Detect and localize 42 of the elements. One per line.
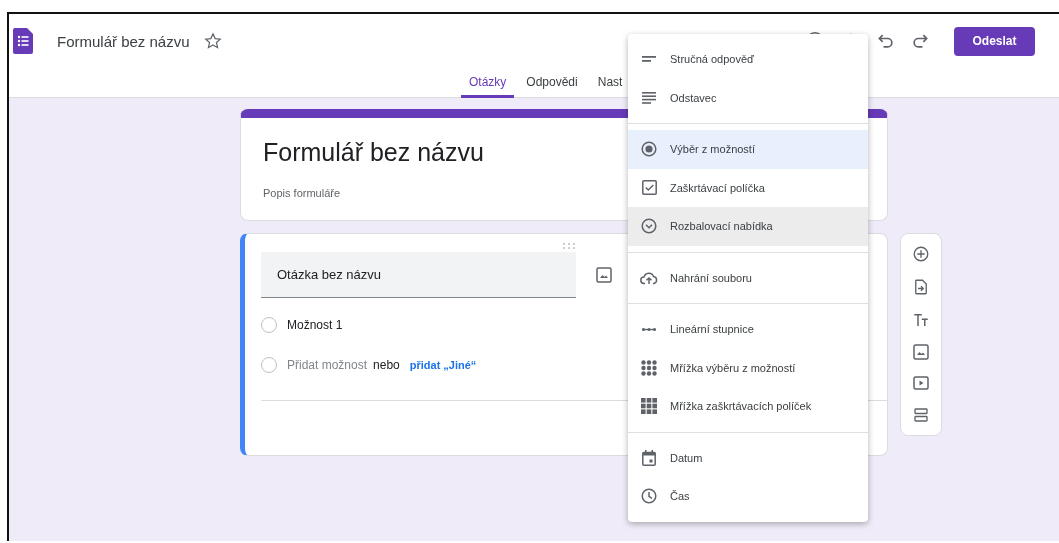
- tab[interactable]: Nast: [589, 68, 631, 98]
- dot-grid-icon: [641, 359, 657, 376]
- linear-scale-icon: [642, 326, 656, 332]
- paragraph-icon: [642, 91, 656, 104]
- add-option-link[interactable]: Přidat možnost: [287, 358, 368, 372]
- dropdown-icon: [641, 218, 657, 235]
- cloud-upload-icon: [640, 270, 658, 285]
- checkbox-icon: [641, 180, 657, 196]
- calendar-icon: [642, 449, 656, 466]
- menu-item[interactable]: Výběr z možností: [628, 130, 868, 169]
- clock-icon: [641, 488, 657, 505]
- add-other-link[interactable]: přidat „Jiné“: [409, 359, 477, 371]
- menu-item[interactable]: Odstavec: [628, 78, 868, 117]
- import-icon[interactable]: [912, 278, 930, 296]
- star-icon[interactable]: [203, 32, 222, 50]
- menu-item[interactable]: Mřížka zaškrtávacích políček: [628, 387, 868, 426]
- forms-icon[interactable]: [13, 28, 33, 54]
- section-icon[interactable]: [912, 406, 930, 424]
- option-label[interactable]: Možnost 1: [287, 318, 343, 332]
- menu-item[interactable]: Rozbalovací nabídka: [628, 207, 868, 246]
- or-label: nebo: [373, 358, 400, 372]
- radio-icon: [641, 141, 657, 158]
- menu-item[interactable]: Čas: [628, 477, 868, 516]
- send-button[interactable]: Odeslat: [954, 26, 1035, 56]
- form-title[interactable]: Formulář bez názvu: [57, 32, 190, 50]
- tab[interactable]: Odpovědi: [518, 68, 586, 98]
- tab[interactable]: Otázky: [461, 68, 515, 98]
- short-lines-icon: [642, 56, 656, 63]
- image-icon[interactable]: [913, 344, 929, 360]
- add-icon[interactable]: [912, 245, 930, 263]
- menu-item[interactable]: Zaškrtávací políčka: [628, 168, 868, 207]
- menu-item[interactable]: Stručná odpověď: [628, 40, 868, 79]
- menu-item[interactable]: Lineární stupnice: [628, 310, 868, 349]
- menu-item[interactable]: Datum: [628, 438, 868, 477]
- square-grid-icon: [641, 398, 657, 415]
- question-field[interactable]: Otázka bez názvu: [261, 252, 576, 298]
- video-icon[interactable]: [913, 375, 929, 391]
- image-icon[interactable]: [596, 267, 612, 283]
- title-text-icon[interactable]: [912, 311, 930, 329]
- menu-item[interactable]: Mřížka výběru z možností: [628, 348, 868, 387]
- menu-item[interactable]: Nahrání souboru: [628, 258, 868, 297]
- drag-handle-icon[interactable]: [562, 242, 576, 250]
